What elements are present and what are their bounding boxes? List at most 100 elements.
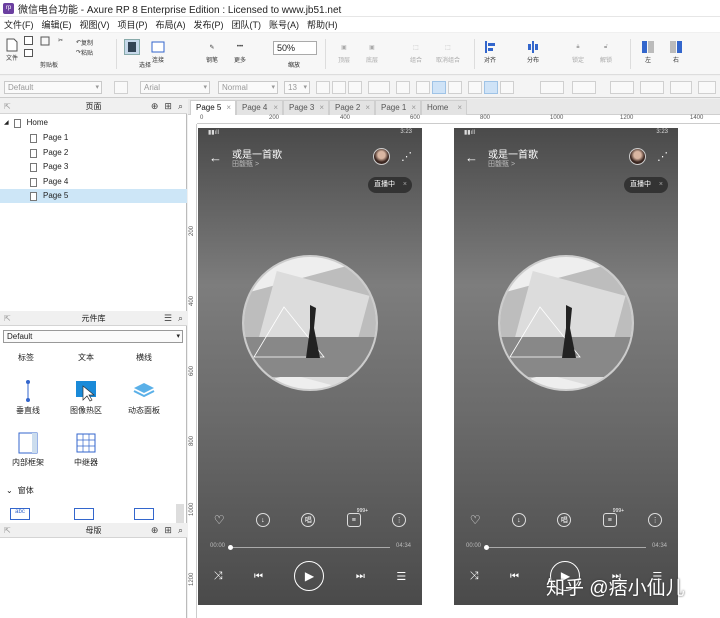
close-icon[interactable]: × (365, 101, 370, 115)
play-button[interactable]: ▶ (294, 561, 325, 591)
tree-page-4[interactable]: Page 4 (0, 175, 187, 189)
tree-page-3[interactable]: Page 3 (0, 160, 187, 174)
more-icon[interactable]: ⋮ (648, 513, 663, 527)
live-badge[interactable]: 直播中 × (624, 177, 668, 193)
line-color-icon[interactable] (610, 81, 634, 94)
distribute-button[interactable]: 分布 (525, 39, 541, 64)
font-select[interactable]: Arial (140, 81, 210, 94)
menu-arrange[interactable]: 布局(A) (152, 18, 190, 31)
sing-icon[interactable]: 唱 (301, 513, 316, 527)
pen-button[interactable]: ✎ 钢笔 (204, 39, 220, 65)
underline-icon[interactable] (348, 81, 362, 94)
lib-repeater[interactable]: 中继器 (56, 432, 116, 468)
share-icon[interactable]: ⋰ (657, 150, 668, 163)
menu-icon[interactable]: ☰ (164, 311, 172, 326)
close-icon[interactable]: × (319, 101, 324, 115)
font-color-icon[interactable] (368, 81, 390, 94)
avatar[interactable] (629, 148, 646, 165)
phone-mockup-right[interactable]: ▮▮ıll 3:23 ← 或是一首歌 田馥甄 > ⋰ 直播中 × ♡ ↓ 唱 ≡ 99… (454, 128, 678, 605)
progress-bar[interactable] (488, 547, 646, 548)
tree-page-2[interactable]: Page 2 (0, 146, 187, 160)
close-icon[interactable]: × (457, 101, 462, 115)
playlist-icon[interactable]: ☰ (396, 570, 406, 583)
back-arrow-icon[interactable]: ← (465, 150, 478, 165)
close-icon[interactable]: × (226, 101, 231, 115)
paste-button[interactable]: ↷ 粘贴 (76, 48, 93, 57)
arrow-style-icon[interactable] (698, 81, 716, 94)
valign-middle-icon[interactable] (484, 81, 498, 94)
tab-page-1[interactable]: Page 1 × (375, 100, 421, 115)
close-icon[interactable]: × (659, 177, 663, 193)
menu-help[interactable]: 帮助(H) (303, 18, 342, 31)
lib-hotspot[interactable]: 图像热区 (56, 380, 116, 416)
close-icon[interactable]: × (403, 177, 407, 193)
tab-home[interactable]: Home × (421, 100, 467, 115)
send-to-bottom-button[interactable]: ▣ 底层 (364, 39, 380, 65)
menu-account[interactable]: 账号(A) (265, 18, 303, 31)
lib-textbox-icon[interactable]: abc (10, 508, 30, 520)
valign-top-icon[interactable] (468, 81, 482, 94)
align-left-icon[interactable] (416, 81, 430, 94)
menu-view[interactable]: 视图(V) (76, 18, 114, 31)
sing-icon[interactable]: 唱 (557, 513, 572, 527)
italic-icon[interactable] (332, 81, 346, 94)
download-icon[interactable]: ↓ (511, 513, 526, 527)
progress-handle[interactable] (484, 545, 489, 550)
line-width-icon[interactable] (640, 81, 664, 94)
lock-button[interactable]: 🔒︎ 锁定 (570, 39, 586, 65)
connect-button[interactable]: 连接 (150, 39, 166, 64)
save-icon[interactable] (24, 36, 33, 45)
previous-icon[interactable]: ⏮︎ (510, 571, 519, 582)
collapse-icon[interactable]: ⇱ (4, 523, 11, 538)
menu-file[interactable]: 文件(F) (0, 18, 38, 31)
fill-color-icon[interactable] (540, 81, 564, 94)
align-right-icon[interactable] (448, 81, 462, 94)
tree-page-1[interactable]: Page 1 (0, 131, 187, 145)
tab-page-3[interactable]: Page 3 × (283, 100, 329, 115)
library-section-forms[interactable]: ⌄ 窗体 (0, 484, 187, 498)
lib-inline-frame[interactable]: 内部框架 (0, 432, 58, 468)
back-arrow-icon[interactable]: ← (209, 150, 222, 165)
left-button[interactable]: 左 (640, 39, 656, 64)
artist-name[interactable]: 田馥甄 > (488, 159, 515, 169)
search-icon[interactable]: ⌕ (178, 311, 183, 326)
expand-icon[interactable]: ◢ (4, 116, 9, 130)
search-icon[interactable]: ⌕ (178, 523, 183, 538)
align-button[interactable]: 对齐 (482, 39, 498, 64)
add-page-icon[interactable]: ⊕ (151, 99, 159, 114)
more-button[interactable]: ••• 更多 (232, 39, 248, 64)
group-button[interactable]: ⬚ 组合 (408, 39, 424, 65)
file-button[interactable]: 文件 (4, 37, 20, 62)
menu-project[interactable]: 项目(P) (114, 18, 152, 31)
progress-bar[interactable] (232, 547, 390, 548)
tab-page-5[interactable]: Page 5 × (190, 100, 236, 115)
add-folder-icon[interactable]: ⊞ (164, 523, 172, 538)
open-icon[interactable] (24, 49, 33, 57)
lib-dynamic-panel[interactable]: 动态面板 (114, 380, 174, 416)
add-master-icon[interactable]: ⊕ (151, 523, 159, 538)
collapse-icon[interactable]: ⇱ (4, 311, 11, 326)
shuffle-icon[interactable]: ⤨ (470, 570, 479, 583)
avatar[interactable] (373, 148, 390, 165)
heart-icon[interactable]: ♡ (214, 513, 225, 527)
more-icon[interactable]: ⋮ (392, 513, 407, 527)
add-folder-icon[interactable]: ⊞ (164, 99, 172, 114)
progress-handle[interactable] (228, 545, 233, 550)
download-icon[interactable]: ↓ (255, 513, 270, 527)
lib-text[interactable]: 文本 (56, 352, 116, 363)
right-button[interactable]: 右 (668, 39, 684, 64)
style-format-icon[interactable] (114, 81, 128, 94)
lib-hline[interactable]: 横线 (114, 352, 174, 363)
tab-page-2[interactable]: Page 2 × (329, 100, 375, 115)
menu-team[interactable]: 团队(T) (228, 18, 266, 31)
cut-icon[interactable]: ✂ (58, 37, 63, 44)
heart-icon[interactable]: ♡ (470, 513, 481, 527)
lib-droplist-icon[interactable] (134, 508, 154, 520)
bullet-icon[interactable] (396, 81, 410, 94)
bring-to-top-button[interactable]: ▣ 顶层 (336, 39, 352, 65)
previous-icon[interactable]: ⏮︎ (254, 571, 263, 582)
style-select[interactable]: Default (4, 81, 102, 94)
comment-icon[interactable]: ≡ 999+ (346, 508, 368, 527)
bold-icon[interactable] (316, 81, 330, 94)
close-icon[interactable]: × (411, 101, 416, 115)
